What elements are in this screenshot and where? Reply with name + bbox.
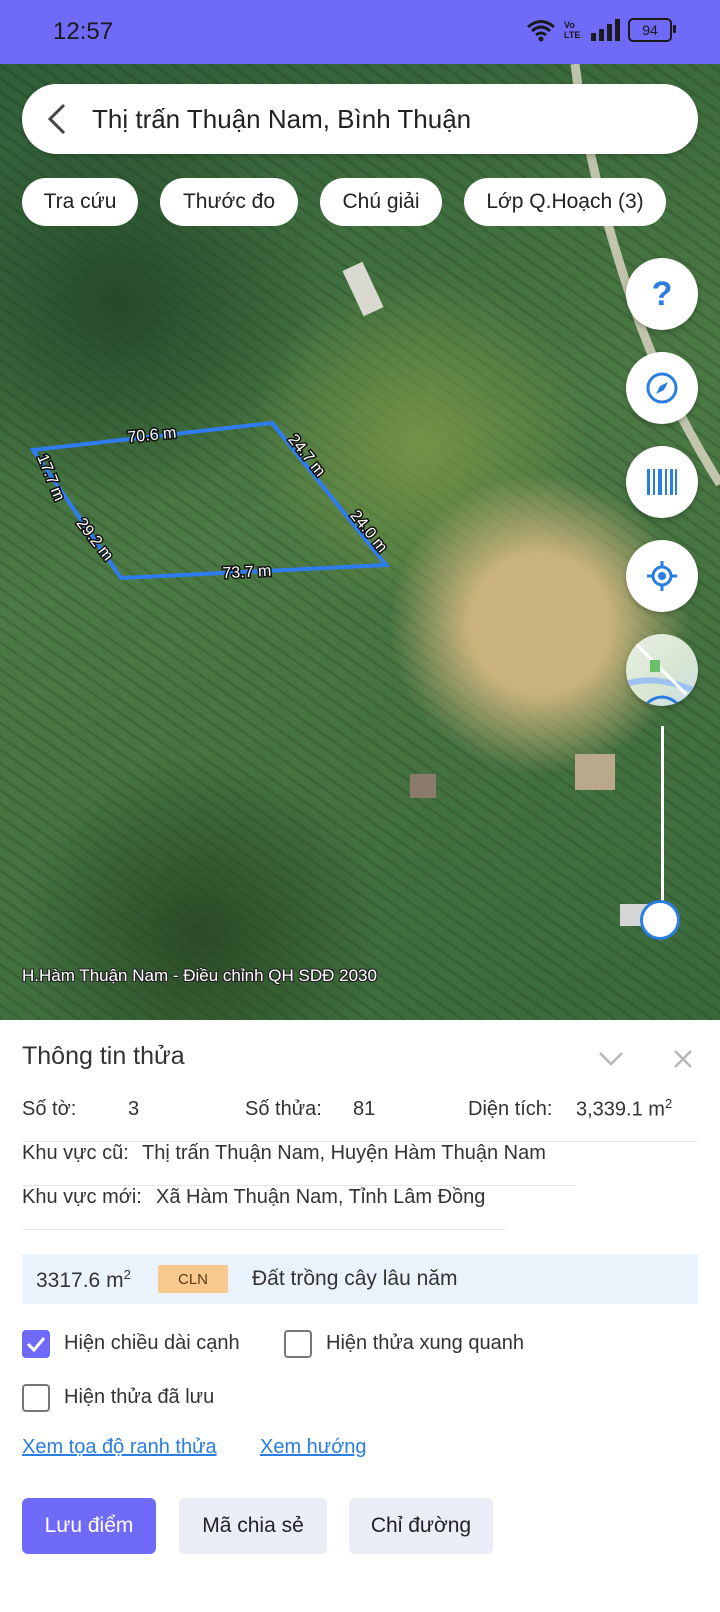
dien-tich-value: 3,339.1 m2	[576, 1096, 672, 1122]
chip-label: Tra cứu	[43, 190, 117, 213]
button-label: Lưu điểm	[44, 1514, 134, 1537]
show-saved-parcels-checkbox[interactable]	[22, 1384, 50, 1412]
land-use-row: 3317.6 m2 CLN Đất trồng cây lâu năm	[22, 1254, 698, 1304]
area-unit-superscript: 2	[664, 1096, 673, 1111]
collapse-button[interactable]	[594, 1042, 628, 1076]
area-unit-superscript: 2	[123, 1267, 131, 1282]
divider	[22, 1229, 506, 1230]
location-search-bar[interactable]: Thị trấn Thuận Nam, Bình Thuận	[22, 84, 698, 154]
edge-label-left-lower: 29.2 m	[73, 515, 117, 564]
show-surrounding-parcels-label[interactable]: Hiện thửa xung quanh	[326, 1332, 524, 1355]
barcode-button[interactable]	[626, 446, 698, 518]
status-time: 12:57	[53, 18, 114, 45]
view-direction-link[interactable]: Xem hướng	[260, 1436, 367, 1459]
show-saved-parcels-label[interactable]: Hiện thửa đã lưu	[64, 1386, 214, 1409]
close-icon	[674, 1050, 692, 1068]
close-button[interactable]	[666, 1042, 700, 1076]
chevron-left-icon	[47, 103, 66, 135]
dien-tich-number: 3,339.1 m	[576, 1098, 665, 1121]
compass-button[interactable]	[626, 352, 698, 424]
show-edge-length-label[interactable]: Hiện chiều dài cạnh	[64, 1332, 240, 1355]
chip-label: Thước đo	[182, 190, 276, 213]
so-to-label: Số tờ:	[22, 1098, 77, 1120]
panel-title: Thông tin thửa	[22, 1042, 185, 1070]
map-layer-button[interactable]	[626, 634, 698, 706]
button-label: Mã chia sẻ	[202, 1514, 304, 1537]
button-label: Chỉ đường	[370, 1514, 472, 1537]
back-button[interactable]	[22, 84, 92, 154]
chip-thuoc-do[interactable]: Thước đo	[160, 178, 298, 226]
compass-icon	[646, 372, 678, 404]
show-edge-length-checkbox[interactable]	[22, 1330, 50, 1358]
directions-button[interactable]: Chỉ đường	[349, 1498, 493, 1554]
dien-tich-label: Diện tích:	[468, 1098, 553, 1120]
land-use-area-number: 3317.6 m	[36, 1269, 124, 1292]
share-code-button[interactable]: Mã chia sẻ	[179, 1498, 327, 1554]
land-use-area: 3317.6 m2	[36, 1267, 131, 1293]
battery-icon: 94	[628, 18, 676, 42]
help-icon: ?	[651, 274, 673, 313]
edge-label-right-upper: 24.7 m	[284, 431, 328, 480]
parcel-info-panel: Thông tin thửa Số tờ: 3 Số thửa: 81 Diện…	[0, 1020, 720, 1612]
so-to-value: 3	[128, 1098, 140, 1120]
locate-icon	[647, 561, 677, 591]
chip-label: Chú giải	[342, 190, 420, 213]
khu-vuc-moi-label: Khu vực mới:	[22, 1186, 142, 1208]
help-button[interactable]: ?	[626, 258, 698, 330]
status-icons: Vo LTE 94	[526, 18, 676, 42]
opacity-slider-handle[interactable]	[640, 900, 680, 940]
map-layer-caption: H.Hàm Thuận Nam - Điều chỉnh QH SDĐ 2030	[22, 966, 377, 985]
show-surrounding-parcels-checkbox[interactable]	[284, 1330, 312, 1358]
view-boundary-coordinates-link[interactable]: Xem tọa độ ranh thửa	[22, 1436, 217, 1459]
khu-vuc-moi-value: Xã Hàm Thuận Nam, Tỉnh Lâm Đồng	[156, 1186, 486, 1208]
land-use-description: Đất trồng cây lâu năm	[252, 1267, 458, 1290]
status-bar: 12:57 Vo LTE 94	[0, 0, 720, 64]
edge-label-bottom: 73.7 m	[222, 563, 272, 583]
khu-vuc-cu-label: Khu vực cũ:	[22, 1142, 129, 1164]
khu-vuc-cu-value: Thị trấn Thuận Nam, Huyện Hàm Thuận Nam	[142, 1142, 546, 1164]
map-thumbnail-icon	[626, 642, 698, 706]
my-location-button[interactable]	[626, 540, 698, 612]
chip-label: Lớp Q.Hoạch (3)	[486, 190, 644, 213]
wifi-icon	[527, 20, 555, 42]
battery-level: 94	[642, 22, 658, 38]
chip-chu-giai[interactable]: Chú giải	[320, 178, 442, 226]
chip-lop-quy-hoach[interactable]: Lớp Q.Hoạch (3)	[464, 178, 666, 226]
edge-label-top: 70.6 m	[127, 424, 177, 446]
land-use-code-badge: CLN	[158, 1265, 228, 1293]
barcode-icon	[647, 469, 677, 495]
chip-tra-cuu[interactable]: Tra cứu	[22, 178, 138, 226]
so-thua-value: 81	[353, 1098, 376, 1120]
volte-icon: Vo LTE	[564, 20, 581, 40]
edge-label-right-lower: 24.0 m	[346, 507, 390, 556]
so-thua-label: Số thửa:	[245, 1098, 322, 1120]
edge-label-left-upper: 17.7 m	[33, 452, 67, 504]
chevron-down-icon	[599, 1052, 623, 1066]
signal-icon	[591, 19, 620, 41]
opacity-slider-track[interactable]	[661, 726, 664, 926]
location-title: Thị trấn Thuận Nam, Bình Thuận	[92, 103, 472, 134]
save-point-button[interactable]: Lưu điểm	[22, 1498, 156, 1554]
checkmark-icon	[26, 1337, 46, 1353]
